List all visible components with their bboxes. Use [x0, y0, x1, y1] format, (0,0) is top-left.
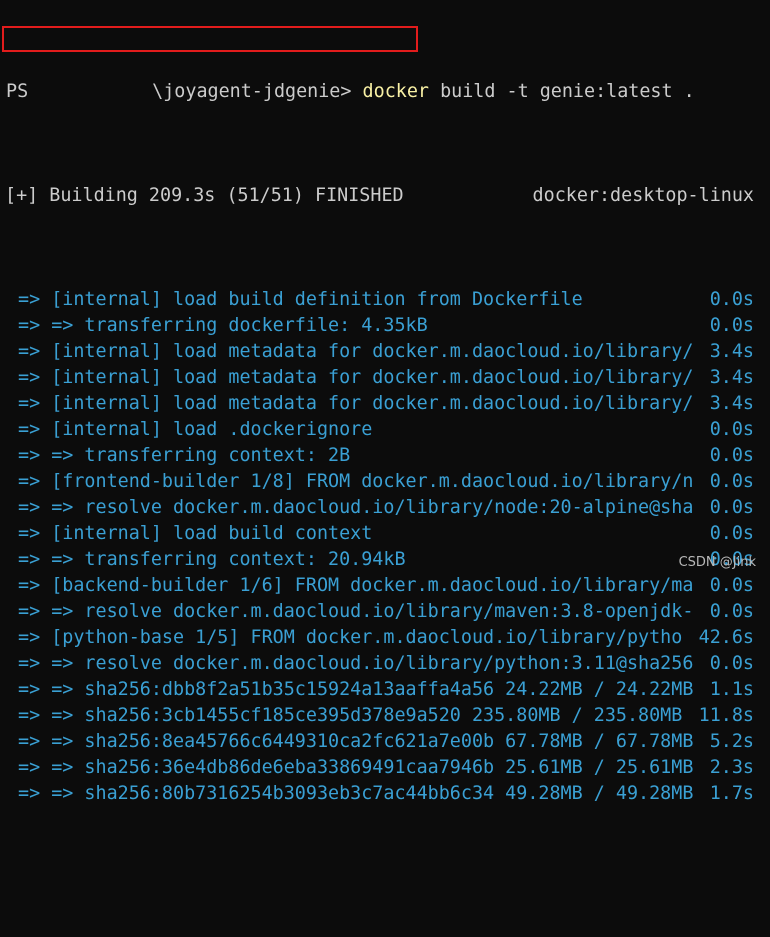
prompt-path: \joyagent-jdgenie> [152, 81, 352, 102]
build-step-text: => => sha256:8ea45766c6449310ca2fc621a7e… [18, 731, 694, 752]
build-step-row: => => resolve docker.m.daocloud.io/libra… [0, 651, 770, 677]
build-step-time: 2.3s [709, 757, 754, 778]
build-step-text: => [internal] load metadata for docker.m… [18, 393, 694, 414]
build-step-text: => => resolve docker.m.daocloud.io/libra… [18, 653, 694, 674]
build-step-time: 0.0s [709, 497, 754, 518]
build-step-time: 5.2s [709, 731, 754, 752]
command-name: docker [362, 81, 429, 102]
build-step-text: => => resolve docker.m.daocloud.io/libra… [18, 601, 694, 622]
build-step-time: 0.0s [709, 653, 754, 674]
build-step-row: => [internal] load metadata for docker.m… [0, 339, 770, 365]
build-step-text: => [backend-builder 1/6] FROM docker.m.d… [18, 575, 694, 596]
build-step-row: => => sha256:3cb1455cf185ce395d378e9a520… [0, 703, 770, 729]
prompt-ps: PS [6, 81, 29, 102]
build-step-text: => => sha256:36e4db86de6eba33869491caa79… [18, 757, 694, 778]
build-step-text: => [frontend-builder 1/8] FROM docker.m.… [18, 471, 694, 492]
build-status-line: [+] Building 209.3s (51/51) FINISHED doc… [0, 183, 770, 209]
build-step-row: => => transferring context: 20.94kB 0.0s [0, 547, 770, 573]
build-step-row: => [frontend-builder 1/8] FROM docker.m.… [0, 469, 770, 495]
build-step-time: 0.0s [709, 471, 754, 492]
build-step-time: 3.4s [709, 393, 754, 414]
build-step-row: => [internal] load metadata for docker.m… [0, 391, 770, 417]
build-step-row: => [backend-builder 1/6] FROM docker.m.d… [0, 573, 770, 599]
build-step-time: 0.0s [709, 601, 754, 622]
build-steps-list: => [internal] load build definition from… [0, 287, 770, 807]
build-step-row: => [python-base 1/5] FROM docker.m.daocl… [0, 625, 770, 651]
build-step-row: => [internal] load .dockerignore 0.0s [0, 417, 770, 443]
build-step-time: 0.0s [709, 289, 754, 310]
watermark: CSDN @Jink [678, 555, 756, 570]
build-step-text: => [internal] load build context [18, 523, 373, 544]
build-step-row: => => sha256:8ea45766c6449310ca2fc621a7e… [0, 729, 770, 755]
build-step-time: 42.6s [698, 627, 754, 648]
command-args: build -t genie:latest . [440, 81, 695, 102]
build-step-row: => => resolve docker.m.daocloud.io/libra… [0, 599, 770, 625]
prompt-text: PS \joyagent-jdgenie> docker build -t gen… [6, 79, 695, 105]
redacted-path-block [28, 80, 153, 102]
build-step-text: => => transferring context: 2B [18, 445, 351, 466]
build-step-time: 0.0s [709, 575, 754, 596]
build-step-row: => [internal] load build context 0.0s [0, 521, 770, 547]
build-step-text: => => transferring context: 20.94kB [18, 549, 406, 570]
build-step-text: => => sha256:80b7316254b3093eb3c7ac44bb6… [18, 783, 694, 804]
build-step-text: => => sha256:dbb8f2a51b35c15924a13aaffa4… [18, 679, 694, 700]
build-step-time: 1.7s [709, 783, 754, 804]
build-step-time: 0.0s [709, 523, 754, 544]
build-status: [+] Building 209.3s (51/51) FINISHED [5, 185, 404, 206]
build-step-text: => => transferring dockerfile: 4.35kB [18, 315, 428, 336]
build-step-row: => [internal] load build definition from… [0, 287, 770, 313]
build-step-row: => [internal] load metadata for docker.m… [0, 365, 770, 391]
build-step-text: => [internal] load metadata for docker.m… [18, 341, 694, 362]
build-step-row: => => sha256:80b7316254b3093eb3c7ac44bb6… [0, 781, 770, 807]
build-step-text: => [internal] load build definition from… [18, 289, 583, 310]
prompt-line: PS \joyagent-jdgenie> docker build -t gen… [0, 79, 770, 105]
build-step-time: 1.1s [709, 679, 754, 700]
build-step-row: => => transferring context: 2B 0.0s [0, 443, 770, 469]
build-step-row: => => transferring dockerfile: 4.35kB 0.0… [0, 313, 770, 339]
terminal-window[interactable]: PS \joyagent-jdgenie> docker build -t gen… [0, 0, 770, 804]
highlight-box [2, 26, 418, 52]
build-step-text: => => resolve docker.m.daocloud.io/libra… [18, 497, 694, 518]
build-step-time: 0.0s [709, 445, 754, 466]
build-step-row: => => sha256:dbb8f2a51b35c15924a13aaffa4… [0, 677, 770, 703]
build-step-time: 11.8s [698, 705, 754, 726]
build-step-time: 3.4s [709, 341, 754, 362]
build-step-text: => [internal] load metadata for docker.m… [18, 367, 694, 388]
build-step-row: => => resolve docker.m.daocloud.io/libra… [0, 495, 770, 521]
build-step-time: 3.4s [709, 367, 754, 388]
build-step-time: 0.0s [709, 315, 754, 336]
build-step-text: => [python-base 1/5] FROM docker.m.daocl… [18, 627, 683, 648]
build-step-row: => => sha256:36e4db86de6eba33869491caa79… [0, 755, 770, 781]
build-step-text: => [internal] load .dockerignore [18, 419, 373, 440]
build-step-text: => => sha256:3cb1455cf185ce395d378e9a520… [18, 705, 683, 726]
build-step-time: 0.0s [709, 419, 754, 440]
build-context: docker:desktop-linux [532, 185, 754, 206]
